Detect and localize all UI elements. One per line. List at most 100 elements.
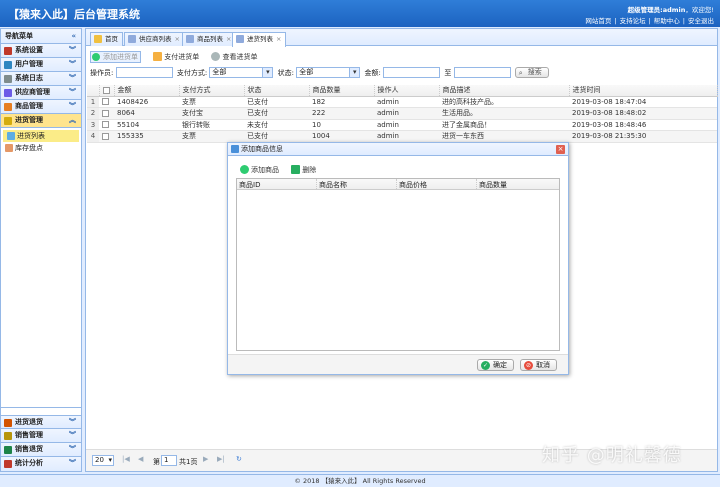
col-quantity[interactable]: 商品数量 [309, 85, 375, 97]
sidebar-item-sales[interactable]: 销售管理 ︾ [1, 429, 81, 443]
col-goods-quantity[interactable]: 商品数量 [479, 180, 507, 190]
col-goods-name[interactable]: 商品名称 [319, 180, 347, 190]
link-home[interactable]: 网站首页 [585, 17, 611, 25]
row-checkbox[interactable] [99, 130, 114, 143]
tab-supplier-list[interactable]: 供应商列表 × [124, 32, 185, 46]
sidebar-item-sales-return[interactable]: 销售退货 ︾ [1, 443, 81, 457]
search-button[interactable]: ⌕ 搜索 [514, 67, 549, 78]
table-row[interactable]: 1 1408426 支票 已支付 182 admin 进的高科技产品。 2019… [87, 96, 717, 108]
sidebar-item-label: 供应商管理 [15, 88, 50, 96]
pay-method-value: 全部 [212, 68, 227, 76]
sidebar-item-purchase[interactable]: 进货管理 ︽ [1, 114, 81, 128]
col-status[interactable]: 状态 [244, 85, 310, 97]
cell-quantity: 182 [309, 96, 374, 108]
app-title: 【猿来入此】后台管理系统 [8, 8, 140, 21]
ok-button[interactable]: ✓ 确定 [477, 359, 514, 371]
operator-input[interactable] [115, 67, 173, 78]
col-operator[interactable]: 操作人 [374, 85, 440, 97]
cancel-icon: ⊘ [524, 361, 533, 370]
status-select[interactable]: 全部 [296, 67, 361, 78]
grid-toolbar: 添加进货单 支付进货单 查看进货单 [90, 51, 267, 63]
plus-icon [240, 165, 249, 174]
col-description[interactable]: 商品描述 [439, 85, 570, 97]
sidebar-item-goods[interactable]: 商品管理 ︾ [1, 100, 81, 114]
col-goods-price[interactable]: 商品价格 [399, 180, 427, 190]
cancel-button[interactable]: ⊘ 取消 [520, 359, 557, 371]
status-label: 状态: [277, 68, 295, 77]
refresh-icon[interactable]: ↻ [236, 455, 242, 463]
select-all-checkbox[interactable] [99, 85, 115, 97]
tab-home[interactable]: 首页 [90, 32, 123, 46]
cell-status: 已支付 [244, 96, 309, 108]
ok-label: 确定 [493, 361, 507, 369]
log-icon [4, 75, 12, 83]
prev-page-icon[interactable]: ◀ [138, 455, 143, 463]
tab-goods-list[interactable]: 商品列表 × [182, 32, 237, 46]
row-number: 4 [87, 130, 99, 143]
col-pay-method[interactable]: 支付方式 [179, 85, 245, 97]
goods-icon [4, 103, 12, 111]
row-checkbox[interactable] [99, 96, 114, 108]
sidebar-subitem-inventory[interactable]: 库存盘点 [1, 142, 81, 154]
close-icon[interactable]: × [175, 35, 180, 43]
sidebar-item-stats[interactable]: 统计分析 ︾ [1, 457, 81, 471]
chevron-down-icon: ︾ [69, 60, 76, 68]
page-size-select[interactable]: 20 ▾ [92, 455, 114, 466]
add-purchase-button[interactable]: 添加进货单 [90, 51, 141, 63]
page-size-value: 20 [95, 456, 104, 464]
amount-min-input[interactable] [383, 67, 441, 78]
cell-operator: admin [374, 130, 439, 143]
tab-page-icon [236, 35, 244, 43]
sidebar-item-log[interactable]: 系统日志 ︾ [1, 72, 81, 86]
close-icon[interactable]: × [226, 35, 231, 43]
add-purchase-label: 添加进货单 [103, 53, 138, 61]
page-total: 共1页 [179, 458, 198, 466]
view-purchase-button[interactable]: 查看进货单 [211, 52, 257, 62]
home-icon [94, 35, 102, 43]
table-row[interactable]: 2 8064 支付宝 已支付 222 admin 生活用品。 2019-03-0… [87, 107, 717, 120]
close-icon[interactable]: × [276, 35, 281, 43]
col-amount[interactable]: 金额 [114, 85, 180, 97]
sidebar-bottom: 进货退货 ︾ 销售管理 ︾ 销售退货 ︾ 统计分析 ︾ [1, 415, 81, 471]
cell-pay-method: 支票 [179, 96, 244, 108]
link-help[interactable]: 帮助中心 [654, 17, 680, 25]
link-forum[interactable]: 支持论坛 [620, 17, 646, 25]
sidebar-item-system[interactable]: 系统设置 ︾ [1, 44, 81, 58]
add-goods-button[interactable]: 添加商品 [240, 165, 279, 175]
sidebar-item-label: 销售管理 [15, 431, 43, 439]
tab-bar: 首页 供应商列表 × 商品列表 × 进货列表 × [86, 29, 717, 47]
page-prefix: 第 [153, 458, 160, 466]
pay-purchase-button[interactable]: 支付进货单 [153, 52, 199, 62]
sidebar-subitem-purchase-list[interactable]: 进货列表 [3, 130, 79, 142]
dialog-icon [231, 145, 239, 153]
cell-purchase-time: 2019-03-08 18:48:02 [569, 107, 717, 120]
table-row[interactable]: 4 155335 支票 已支付 1004 admin 进货一车东西 2019-0… [87, 130, 717, 143]
amount-max-input[interactable] [453, 67, 511, 78]
first-page-icon[interactable]: |◀ [122, 455, 130, 463]
cell-status: 未支付 [244, 119, 309, 131]
sidebar-item-purchase-return[interactable]: 进货退货 ︾ [1, 415, 81, 429]
cell-description: 生活用品。 [439, 107, 569, 120]
plus-icon [92, 53, 100, 61]
sidebar-item-supplier[interactable]: 供应商管理 ︾ [1, 86, 81, 100]
table-row[interactable]: 3 55104 银行转账 未支付 10 admin 进了金属商品！ 2019-0… [87, 119, 717, 131]
next-page-icon[interactable]: ▶ [203, 455, 208, 463]
row-checkbox[interactable] [99, 119, 114, 131]
status-value: 全部 [299, 68, 314, 76]
pay-method-select[interactable]: 全部 [209, 67, 274, 78]
col-purchase-time[interactable]: 进货时间 [569, 85, 718, 97]
row-number: 3 [87, 119, 99, 131]
close-icon[interactable]: × [556, 145, 565, 154]
dialog-header: 添加商品信息 × [228, 143, 568, 156]
collapse-icon[interactable]: « [71, 29, 76, 43]
cell-quantity: 1004 [309, 130, 374, 143]
col-goods-id[interactable]: 商品ID [239, 180, 260, 190]
link-logout[interactable]: 安全退出 [688, 17, 714, 25]
sidebar-item-users[interactable]: 用户管理 ︾ [1, 58, 81, 72]
view-purchase-label: 查看进货单 [222, 53, 258, 61]
row-checkbox[interactable] [99, 107, 114, 120]
page-number-input[interactable]: 1 [161, 455, 177, 466]
delete-goods-button[interactable]: 删除 [291, 165, 316, 175]
last-page-icon[interactable]: ▶| [217, 455, 225, 463]
tab-purchase-list[interactable]: 进货列表 × [232, 32, 287, 47]
